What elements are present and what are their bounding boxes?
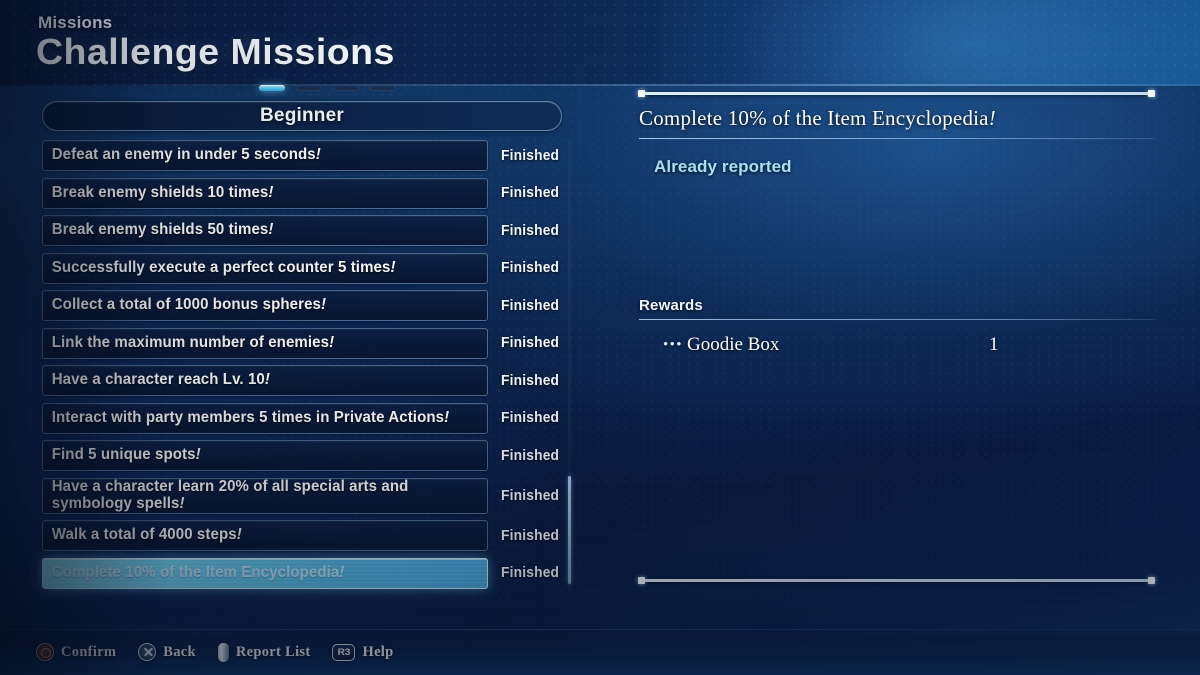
mission-status: Finished bbox=[501, 222, 560, 239]
rewards-underline bbox=[639, 319, 1154, 320]
category-selector[interactable]: Beginner bbox=[42, 101, 562, 131]
footer-hint-report-list[interactable]: Report List bbox=[217, 642, 311, 662]
detail-bottom-rule bbox=[638, 577, 1155, 584]
footer-hint-confirm[interactable]: Confirm bbox=[36, 643, 116, 661]
page-title: Challenge Missions bbox=[36, 31, 395, 72]
analog-stick-icon bbox=[217, 642, 229, 662]
mission-row[interactable]: Collect a total of 1000 bonus spheres! Fi… bbox=[42, 290, 572, 321]
mission-status: Finished bbox=[501, 297, 560, 314]
mission-name: Find 5 unique spots! bbox=[51, 446, 201, 464]
mission-name-box[interactable]: Successfully execute a perfect counter 5… bbox=[42, 252, 488, 284]
mission-detail-panel: Complete 10% of the Item Encyclopedia! A… bbox=[638, 90, 1155, 584]
mission-name-box[interactable]: Link the maximum number of enemies! bbox=[42, 327, 488, 359]
mission-name: Complete 10% of the Item Encyclopedia! bbox=[51, 563, 345, 581]
mission-name-box[interactable]: Complete 10% of the Item Encyclopedia! bbox=[42, 557, 488, 589]
mission-status: Finished bbox=[501, 487, 560, 504]
footer-hint-label: Help bbox=[362, 643, 394, 660]
mission-name: Have a character learn 20% of all specia… bbox=[51, 478, 409, 512]
mission-status: Finished bbox=[501, 565, 560, 581]
reward-name: Goodie Box bbox=[687, 334, 780, 355]
mission-name-box[interactable]: Collect a total of 1000 bonus spheres! bbox=[42, 290, 488, 321]
mission-name: Link the maximum number of enemies! bbox=[51, 333, 335, 351]
mission-list[interactable]: Defeat an enemy in under 5 seconds! Finis… bbox=[42, 140, 572, 592]
playstation-circle-icon bbox=[36, 643, 54, 661]
breadcrumb: Missions bbox=[38, 13, 113, 32]
mission-name-box[interactable]: Have a character reach Lv. 10! bbox=[42, 365, 488, 396]
mission-row[interactable]: Interact with party members 5 times in P… bbox=[42, 402, 572, 434]
category-page-dot-4[interactable] bbox=[370, 85, 396, 91]
reward-bullet-icon: ••• bbox=[663, 336, 683, 353]
mission-status: Finished bbox=[501, 335, 560, 351]
mission-row[interactable]: Have a character learn 20% of all specia… bbox=[42, 477, 572, 514]
mission-name: Break enemy shields 10 times! bbox=[51, 183, 274, 201]
footer-hint-label: Back bbox=[163, 643, 196, 660]
mission-status: Finished bbox=[501, 447, 560, 464]
playstation-cross-icon bbox=[138, 643, 157, 661]
page-header: Missions Challenge Missions bbox=[0, 0, 1200, 86]
footer-hint-help[interactable]: R3 Help bbox=[332, 643, 394, 661]
mission-name: Interact with party members 5 times in P… bbox=[51, 408, 450, 426]
rewards-heading: Rewards bbox=[639, 297, 703, 314]
mission-row[interactable]: Complete 10% of the Item Encyclopedia! Fi… bbox=[42, 557, 572, 589]
rewards-section: Rewards ••• Goodie Box 1 bbox=[639, 297, 1154, 356]
mission-row[interactable]: Break enemy shields 50 times! Finished bbox=[42, 215, 572, 246]
footer-hint-back[interactable]: Back bbox=[138, 643, 196, 661]
mission-row[interactable]: Have a character reach Lv. 10! Finished bbox=[42, 365, 572, 396]
mission-name-box[interactable]: Walk a total of 4000 steps! bbox=[42, 520, 488, 551]
category-page-dot-3[interactable] bbox=[333, 85, 359, 91]
header-glow bbox=[660, 0, 1200, 86]
detail-mission-title: Complete 10% of the Item Encyclopedia! bbox=[639, 106, 996, 130]
detail-title-underline bbox=[639, 138, 1154, 139]
list-scrollbar-thumb[interactable] bbox=[568, 476, 571, 584]
mission-name-box[interactable]: Break enemy shields 10 times! bbox=[42, 177, 488, 209]
footer-hint-label: Confirm bbox=[61, 643, 117, 660]
mission-name: Defeat an enemy in under 5 seconds! bbox=[51, 146, 321, 164]
mission-row[interactable]: Break enemy shields 10 times! Finished bbox=[42, 177, 572, 209]
category-label: Beginner bbox=[260, 105, 344, 126]
mission-row[interactable]: Link the maximum number of enemies! Finis… bbox=[42, 327, 572, 359]
mission-row[interactable]: Successfully execute a perfect counter 5… bbox=[42, 252, 572, 284]
mission-name-box[interactable]: Defeat an enemy in under 5 seconds! bbox=[42, 140, 488, 171]
category-page-dot-2[interactable] bbox=[296, 85, 322, 91]
mission-status: Finished bbox=[501, 527, 560, 544]
mission-row[interactable]: Walk a total of 4000 steps! Finished bbox=[42, 520, 572, 551]
footer-top-divider bbox=[0, 629, 1200, 630]
r3-button-icon: R3 bbox=[332, 643, 356, 661]
mission-name-box[interactable]: Find 5 unique spots! bbox=[42, 440, 488, 471]
reward-quantity: 1 bbox=[989, 334, 999, 355]
footer-hint-label: Report List bbox=[235, 643, 311, 660]
mission-name-box[interactable]: Have a character learn 20% of all specia… bbox=[42, 477, 488, 514]
detail-mission-status: Already reported bbox=[654, 157, 792, 176]
mission-name-box[interactable]: Interact with party members 5 times in P… bbox=[42, 402, 488, 434]
mission-status: Finished bbox=[501, 410, 560, 426]
mission-name: Collect a total of 1000 bonus spheres! bbox=[51, 296, 327, 314]
mission-name: Walk a total of 4000 steps! bbox=[51, 526, 242, 544]
challenge-missions-screen: Missions Challenge Missions Beginner Def… bbox=[0, 0, 1200, 675]
category-page-dot-1[interactable] bbox=[259, 85, 285, 91]
mission-status: Finished bbox=[501, 185, 560, 201]
mission-status: Finished bbox=[501, 260, 560, 276]
reward-row: ••• Goodie Box 1 bbox=[663, 334, 1154, 356]
category-page-indicator[interactable] bbox=[259, 85, 396, 91]
mission-name: Have a character reach Lv. 10! bbox=[51, 371, 270, 389]
mission-name: Break enemy shields 50 times! bbox=[51, 221, 274, 239]
mission-row[interactable]: Find 5 unique spots! Finished bbox=[42, 440, 572, 471]
mission-name: Successfully execute a perfect counter 5… bbox=[51, 258, 396, 276]
mission-status: Finished bbox=[501, 147, 560, 164]
mission-name-box[interactable]: Break enemy shields 50 times! bbox=[42, 215, 488, 246]
mission-status: Finished bbox=[501, 372, 560, 389]
header-bottom-divider bbox=[0, 84, 1200, 86]
detail-top-rule bbox=[638, 90, 1155, 97]
r3-label: R3 bbox=[337, 646, 351, 658]
controller-hint-bar: Confirm Back Report List R3 Help bbox=[0, 629, 1200, 675]
rewards-list: ••• Goodie Box 1 bbox=[639, 334, 1154, 356]
mission-row[interactable]: Defeat an enemy in under 5 seconds! Finis… bbox=[42, 140, 572, 171]
